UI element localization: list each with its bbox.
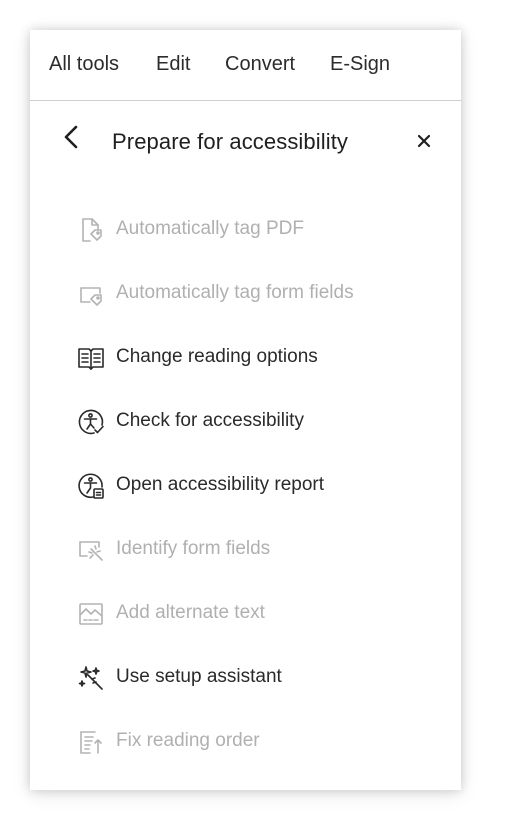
nav-edit[interactable]: Edit	[156, 53, 190, 76]
auto-tag-form-fields-icon	[80, 287, 102, 306]
tool-label: Fix reading order	[116, 730, 260, 751]
tool-check-for-accessibility[interactable]: Check for accessibility	[30, 388, 461, 452]
tool-label: Check for accessibility	[116, 410, 304, 431]
chevron-left-icon	[64, 125, 78, 149]
accessibility-report-icon	[78, 473, 104, 499]
alt-text-image-icon	[79, 603, 103, 625]
tool-list: Automatically tag PDF Automatically tag …	[30, 196, 461, 772]
close-icon	[417, 134, 431, 148]
tool-open-accessibility-report[interactable]: Open accessibility report	[30, 452, 461, 516]
book-icon	[78, 348, 104, 370]
accessibility-tools-panel: All tools Edit Convert E-Sign Prepare fo…	[30, 30, 461, 790]
identify-form-fields-icon	[79, 541, 103, 561]
tool-identify-form-fields[interactable]: Identify form fields	[30, 516, 461, 580]
nav-convert[interactable]: Convert	[225, 53, 295, 76]
close-button[interactable]	[414, 131, 434, 151]
top-navigation: All tools Edit Convert E-Sign	[30, 30, 461, 101]
back-button[interactable]	[60, 125, 84, 149]
panel-header: Prepare for accessibility	[30, 101, 461, 171]
tool-label: Automatically tag PDF	[116, 218, 304, 239]
auto-tag-pdf-icon	[82, 218, 102, 242]
tool-change-reading-options[interactable]: Change reading options	[30, 324, 461, 388]
accessibility-check-icon	[78, 409, 104, 435]
tool-label: Use setup assistant	[116, 666, 282, 687]
nav-e-sign[interactable]: E-Sign	[330, 53, 390, 76]
tool-label: Change reading options	[116, 346, 318, 367]
nav-all-tools[interactable]: All tools	[49, 53, 119, 76]
tool-use-setup-assistant[interactable]: Use setup assistant	[30, 644, 461, 708]
tool-label: Add alternate text	[116, 602, 265, 623]
tool-add-alternate-text[interactable]: Add alternate text	[30, 580, 461, 644]
panel-title: Prepare for accessibility	[112, 129, 349, 154]
tool-auto-tag-form-fields[interactable]: Automatically tag form fields	[30, 260, 461, 324]
tool-label: Automatically tag form fields	[116, 282, 354, 303]
tool-fix-reading-order[interactable]: Fix reading order	[30, 708, 461, 772]
tool-auto-tag-pdf[interactable]: Automatically tag PDF	[30, 196, 461, 260]
tool-label: Identify form fields	[116, 538, 271, 559]
tool-label: Open accessibility report	[116, 474, 325, 495]
reading-order-icon	[80, 731, 102, 754]
magic-wand-icon	[78, 666, 103, 690]
